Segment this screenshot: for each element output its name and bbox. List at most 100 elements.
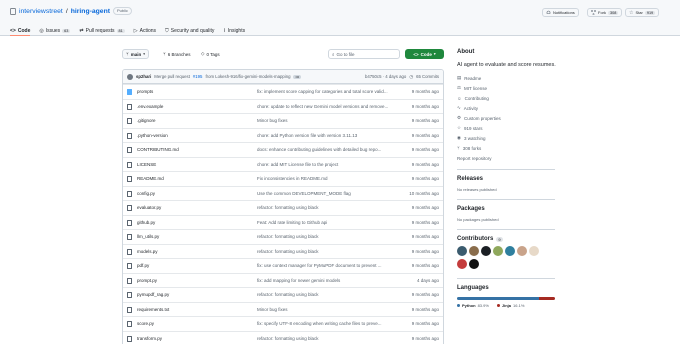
tab-issues[interactable]: ◎ Issues 63	[39, 26, 71, 36]
tab-code[interactable]: <> Code	[10, 26, 31, 36]
file-commit-message[interactable]: refactor: formatting using black	[257, 292, 402, 297]
file-commit-message[interactable]: refactor: formatting using black	[257, 336, 402, 341]
about-item[interactable]: ◉ 3 watching	[457, 133, 557, 143]
avatar[interactable]	[517, 246, 527, 256]
avatar[interactable]	[505, 246, 515, 256]
code-dropdown-button[interactable]: <> Code ▾	[405, 49, 444, 59]
avatar[interactable]	[481, 246, 491, 256]
file-name-link[interactable]: models.py	[137, 249, 158, 254]
file-row[interactable]: LICENSE chore: add MIT License file to th…	[123, 156, 443, 172]
file-name-link[interactable]: pymupdf_rag.py	[137, 292, 169, 297]
file-commit-message[interactable]: Minor bug fixes	[257, 118, 402, 123]
commit-author[interactable]: sp2hari	[136, 74, 151, 79]
file-commit-message[interactable]: chore: update to reflect new Gemini mode…	[257, 104, 402, 109]
avatar[interactable]	[529, 246, 539, 256]
avatar[interactable]	[469, 259, 479, 269]
file-row[interactable]: transform.py refactor: formatting using b…	[123, 330, 443, 344]
file-row[interactable]: README.md Fix inconsistencies in README.m…	[123, 171, 443, 186]
file-name-link[interactable]: .gitignore	[137, 118, 156, 123]
commit-hash[interactable]: b4750c5 · 4 days ago	[365, 74, 406, 80]
tab-actions[interactable]: ▷ Actions	[134, 26, 156, 36]
file-commit-message[interactable]: fix: implement score capping for categor…	[257, 89, 402, 94]
about-item[interactable]: ▤ Readme	[457, 73, 557, 83]
file-commit-message[interactable]: Feat: Add rate limiting to Github api	[257, 220, 402, 225]
packages-heading[interactable]: Packages	[457, 206, 557, 212]
file-name-link[interactable]: README.md	[137, 176, 164, 181]
branch-select[interactable]: ᛘ main ▾	[122, 49, 149, 59]
file-name-link[interactable]: github.py	[137, 220, 155, 225]
file-name-link[interactable]: transform.py	[137, 336, 162, 341]
file-name-link[interactable]: prompt.py	[137, 278, 157, 283]
file-name-link[interactable]: score.py	[137, 321, 154, 326]
fork-button[interactable]: Fork 308	[587, 8, 623, 17]
file-name-link[interactable]: requirements.txt	[137, 307, 169, 312]
file-name-link[interactable]: pdf.py	[137, 263, 149, 268]
about-item[interactable]: ⚖ MIT license	[457, 83, 557, 93]
file-name-link[interactable]: config.py	[137, 191, 155, 196]
about-item[interactable]: ∿ Activity	[457, 103, 557, 113]
about-item[interactable]: ⚙ Custom properties	[457, 113, 557, 123]
file-name-link[interactable]: .python-version	[137, 133, 168, 138]
file-name-link[interactable]: prompts	[137, 89, 153, 94]
language-item[interactable]: Jinja 16.1%	[496, 303, 524, 308]
file-row[interactable]: score.py fix: specify UTF-8 encoding when…	[123, 316, 443, 331]
go-to-file-input[interactable]: ⌕ Go to file	[328, 49, 400, 59]
file-row[interactable]: prompts fix: implement score capping for …	[123, 84, 443, 99]
file-name-link[interactable]: evaluator.py	[137, 205, 161, 210]
file-row[interactable]: .env.example chore: update to reflect new…	[123, 98, 443, 114]
about-item[interactable]: ☺ Contributing	[457, 93, 557, 103]
notifications-button[interactable]: Notifications	[542, 8, 579, 17]
star-button[interactable]: ☆ Star 919	[625, 8, 660, 17]
repo-name-link[interactable]: hiring-agent	[71, 8, 110, 15]
tags-link[interactable]: ◇ 0 Tags	[201, 49, 220, 59]
avatar[interactable]	[469, 246, 479, 256]
file-commit-message[interactable]: fix: add mapping for newer gemini models	[257, 278, 402, 283]
tab-insights[interactable]: ⌇ Insights	[223, 26, 245, 36]
tab-security[interactable]: ⛉ Security and quality	[165, 26, 214, 36]
file-commit-message[interactable]: Use the common DEVELOPMENT_MODE flag	[257, 191, 402, 196]
file-commit-message[interactable]: docs: enhance contributing guidelines wi…	[257, 147, 402, 152]
file-row[interactable]: models.py refactor: formatting using blac…	[123, 243, 443, 259]
commit-pr-link[interactable]: #195	[193, 74, 203, 79]
file-row[interactable]: github.py Feat: Add rate limiting to Gith…	[123, 214, 443, 230]
file-row[interactable]: .python-version chore: add Python version…	[123, 127, 443, 143]
file-name-link[interactable]: CONTRIBUTING.md	[137, 147, 179, 152]
file-row[interactable]: pymupdf_rag.py refactor: formatting using…	[123, 287, 443, 302]
releases-heading[interactable]: Releases	[457, 176, 557, 182]
file-row[interactable]: evaluator.py refactor: formatting using b…	[123, 200, 443, 215]
file-commit-message[interactable]: Minor bug fixes	[257, 307, 402, 312]
file-row[interactable]: llm_utils.py refactor: formatting using b…	[123, 229, 443, 244]
about-item[interactable]: ☆ 919 stars	[457, 123, 557, 133]
file-commit-message[interactable]: Fix inconsistencies in README.md	[257, 176, 402, 181]
commits-count[interactable]: 65 Commits	[416, 74, 439, 80]
file-row[interactable]: prompt.py fix: add mapping for newer gemi…	[123, 272, 443, 288]
about-item[interactable]: ᛘ 308 forks	[457, 143, 557, 153]
commit-message-rest[interactable]: from Lokesh-916/fix-gemini-models-mappin…	[205, 74, 290, 79]
avatar[interactable]	[457, 259, 467, 269]
repo-owner-link[interactable]: interviewstreet	[19, 8, 63, 15]
file-commit-message[interactable]: refactor: formatting using black	[257, 205, 402, 210]
file-row[interactable]: requirements.txt Minor bug fixes 9 months …	[123, 301, 443, 317]
contributors-header[interactable]: Contributors 9	[457, 236, 557, 242]
language-item[interactable]: Python 83.9%	[457, 303, 489, 308]
branches-link[interactable]: ᛘ 6 Branches	[163, 49, 190, 59]
avatar[interactable]	[457, 246, 467, 256]
file-name-link[interactable]: llm_utils.py	[137, 234, 159, 239]
file-row[interactable]: .gitignore Minor bug fixes 9 months ago	[123, 113, 443, 128]
tab-pull-requests[interactable]: ⇄ Pull requests 81	[79, 26, 125, 36]
file-commit-message[interactable]: fix: use context manager for PyMuPDF doc…	[257, 263, 402, 268]
avatar[interactable]	[127, 73, 133, 80]
file-name-link[interactable]: .env.example	[137, 104, 163, 109]
avatar[interactable]	[493, 246, 503, 256]
file-row[interactable]: pdf.py fix: use context manager for PyMuP…	[123, 258, 443, 273]
file-commit-message[interactable]: refactor: formatting using black	[257, 249, 402, 254]
file-row[interactable]: CONTRIBUTING.md docs: enhance contributin…	[123, 142, 443, 157]
file-commit-message[interactable]: chore: add Python version file with vers…	[257, 133, 402, 138]
file-commit-message[interactable]: chore: add MIT License file to the proje…	[257, 162, 402, 167]
file-commit-message[interactable]: refactor: formatting using black	[257, 234, 402, 239]
file-name-link[interactable]: LICENSE	[137, 162, 156, 167]
report-repository-link[interactable]: Report repository	[457, 153, 557, 163]
file-row[interactable]: config.py Use the common DEVELOPMENT_MODE…	[123, 185, 443, 201]
commit-expand-button[interactable]: •••	[293, 74, 302, 79]
file-commit-message[interactable]: fix: specify UTF-8 encoding when writing…	[257, 321, 402, 326]
